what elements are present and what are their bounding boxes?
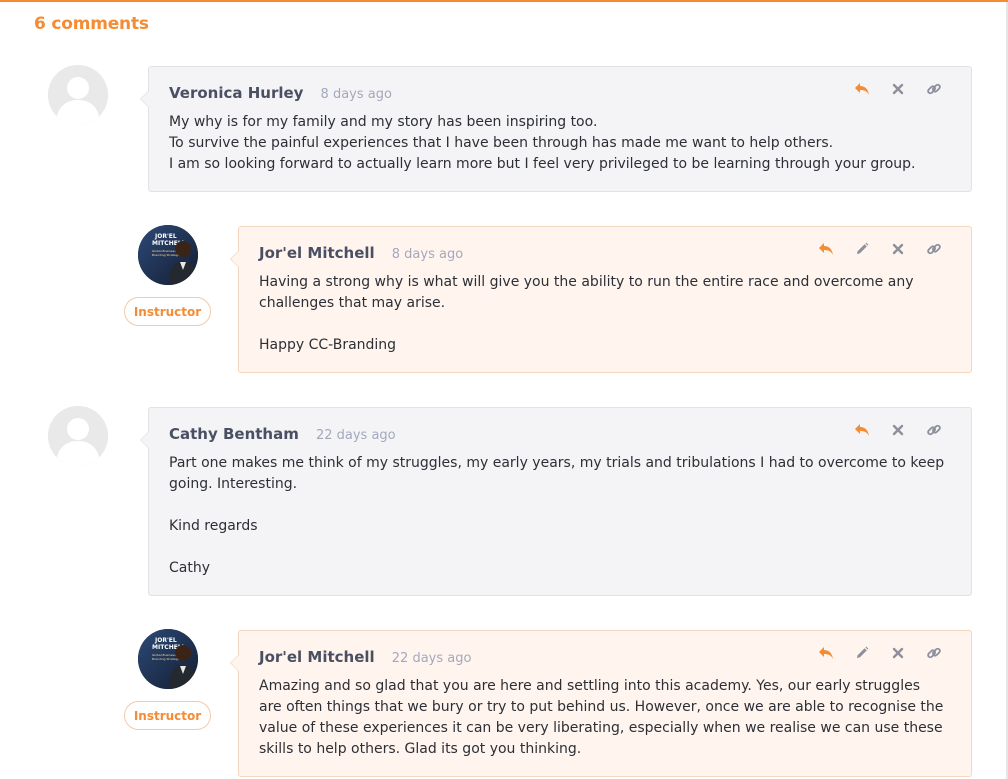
comment-meta: Veronica Hurley 8 days ago xyxy=(169,83,392,102)
comment-line: I am so looking forward to actually lear… xyxy=(169,156,916,172)
reply-icon[interactable] xyxy=(817,240,835,258)
comment-author[interactable]: Jor'el Mitchell xyxy=(259,244,375,262)
default-user-avatar-icon xyxy=(48,406,108,466)
comment-card: Veronica Hurley 8 days ago My why is for… xyxy=(140,66,972,192)
permalink-icon[interactable] xyxy=(925,421,943,439)
comment-body: My why is for my family and my story has… xyxy=(169,112,947,175)
reply-icon[interactable] xyxy=(817,644,835,662)
comment-paragraph: Amazing and so glad that you are here an… xyxy=(259,678,944,757)
comment-card: Jor'el Mitchell 8 days ago Having a stro… xyxy=(230,226,972,373)
comment-actions xyxy=(817,240,943,258)
comment-actions xyxy=(853,421,943,439)
comment-actions xyxy=(817,644,943,662)
comment-paragraph: Part one makes me think of my struggles,… xyxy=(169,455,945,492)
delete-icon[interactable] xyxy=(889,421,907,439)
reply-icon[interactable] xyxy=(853,421,871,439)
delete-icon[interactable] xyxy=(889,240,907,258)
instructor-badge: Instructor xyxy=(124,701,211,730)
avatar-logo-text: JOR'EL xyxy=(154,637,177,644)
avatar-logo-text: JOR'EL xyxy=(154,233,177,240)
comment-meta: Cathy Bentham 22 days ago xyxy=(169,424,396,443)
comment-paragraph: Kind regards xyxy=(169,518,258,534)
comment-actions xyxy=(853,80,943,98)
comment-line: To survive the painful experiences that … xyxy=(169,135,834,151)
default-user-avatar-icon xyxy=(48,65,108,125)
comments-count-heading: 6 comments xyxy=(34,14,149,34)
comment-paragraph: Happy CC-Branding xyxy=(259,337,397,353)
delete-icon[interactable] xyxy=(889,80,907,98)
comment-author[interactable]: Veronica Hurley xyxy=(169,84,303,102)
permalink-icon[interactable] xyxy=(925,240,943,258)
permalink-icon[interactable] xyxy=(925,80,943,98)
comment-author[interactable]: Jor'el Mitchell xyxy=(259,648,375,666)
comment-timestamp: 8 days ago xyxy=(391,247,464,262)
comment-card: Jor'el Mitchell 22 days ago Amazing and … xyxy=(230,630,972,777)
instructor-badge: Instructor xyxy=(124,297,211,326)
comment-timestamp: 8 days ago xyxy=(320,87,392,102)
reply-icon[interactable] xyxy=(853,80,871,98)
instructor-photo-avatar: JOR'EL MITCHELL Global Business & Brandi… xyxy=(138,225,198,285)
comment-timestamp: 22 days ago xyxy=(315,428,396,443)
instructor-photo-avatar: JOR'EL MITCHELL Global Business & Brandi… xyxy=(138,629,198,689)
comment-card: Cathy Bentham 22 days ago Part one makes… xyxy=(140,407,972,596)
delete-icon[interactable] xyxy=(889,644,907,662)
course-comments-page: { "header": { "comment_count_label": "6 … xyxy=(0,0,1008,779)
comment-body: Amazing and so glad that you are here an… xyxy=(259,676,947,760)
comment-body: Part one makes me think of my struggles,… xyxy=(169,453,947,579)
comment-paragraph: Having a strong why is what will give yo… xyxy=(259,274,914,311)
comment-paragraph: Cathy xyxy=(169,560,211,576)
comment-timestamp: 22 days ago xyxy=(391,651,472,666)
edit-icon[interactable] xyxy=(853,644,871,662)
comment-line: My why is for my family and my story has… xyxy=(169,114,598,130)
edit-icon[interactable] xyxy=(853,240,871,258)
comment-body: Having a strong why is what will give yo… xyxy=(259,272,947,356)
permalink-icon[interactable] xyxy=(925,644,943,662)
comment-author[interactable]: Cathy Bentham xyxy=(169,425,299,443)
comment-meta: Jor'el Mitchell 8 days ago xyxy=(259,243,463,262)
comment-meta: Jor'el Mitchell 22 days ago xyxy=(259,647,471,666)
